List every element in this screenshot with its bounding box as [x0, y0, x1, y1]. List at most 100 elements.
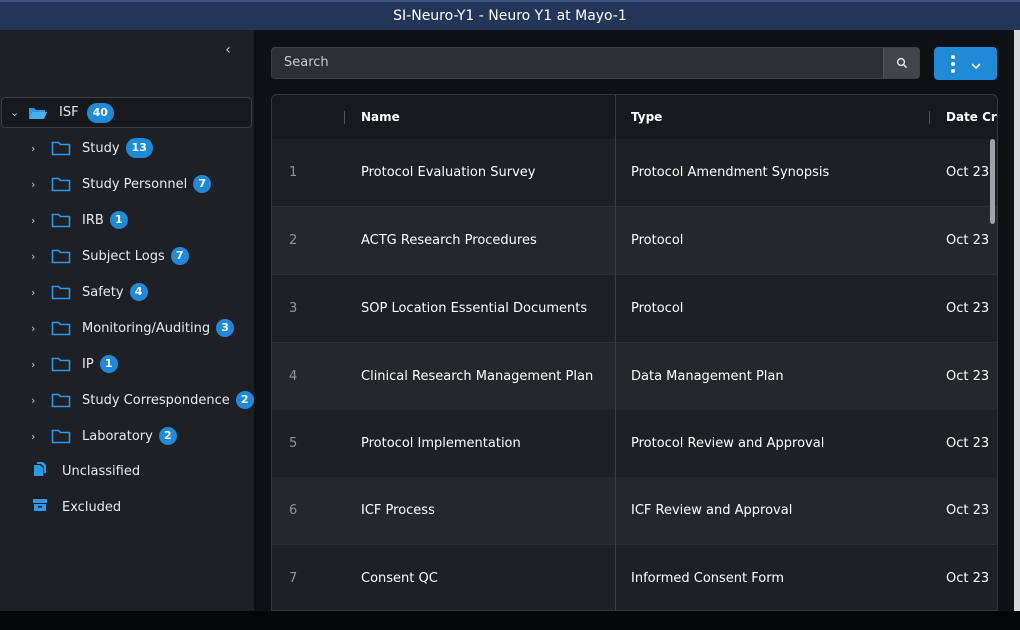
tree-item-study[interactable]: › Study 13 — [0, 134, 254, 162]
column-divider[interactable] — [615, 95, 616, 610]
tree-item-excluded[interactable]: Excluded — [0, 493, 254, 521]
chevron-down-icon — [970, 54, 981, 73]
tree-root-isf[interactable]: ⌄ ISF 40 — [1, 97, 252, 128]
column-separator — [929, 111, 930, 124]
tree-item-label: Excluded — [62, 499, 122, 515]
document-type: Informed Consent Form — [631, 571, 785, 586]
column-separator — [344, 111, 345, 124]
tree-item-label: Monitoring/Auditing — [82, 320, 211, 336]
chevron-right-icon[interactable]: › — [31, 286, 41, 299]
sidebar: ‹ ⌄ ISF 40 › Study 13 › Study Personnel … — [0, 30, 254, 611]
folder-icon — [51, 285, 71, 300]
tree-item-label: Unclassified — [62, 463, 141, 479]
tree-item-label: Laboratory — [82, 428, 153, 444]
document-type: Protocol — [631, 233, 684, 248]
row-number: 5 — [289, 436, 298, 451]
row-number: 1 — [289, 165, 298, 180]
row-number: 3 — [289, 301, 298, 316]
tree-item-safety[interactable]: › Safety 4 — [0, 278, 254, 306]
window-edge — [1014, 30, 1020, 611]
document-type: ICF Review and Approval — [631, 503, 793, 518]
folder-icon — [51, 357, 71, 372]
row-number: 2 — [289, 233, 298, 248]
document-name[interactable]: Clinical Research Management Plan — [361, 343, 593, 410]
folder-icon — [51, 429, 71, 444]
document-date: Oct 23 — [946, 233, 990, 248]
tree-item-label: IRB — [82, 212, 104, 228]
tree-item-label: Study Correspondence — [82, 392, 230, 408]
tree-item-label: Safety — [82, 284, 124, 300]
row-number: 6 — [289, 503, 298, 518]
tree-item-monitoring-auditing[interactable]: › Monitoring/Auditing 3 — [0, 314, 254, 342]
chevron-right-icon[interactable]: › — [31, 358, 41, 371]
document-name[interactable]: ACTG Research Procedures — [361, 207, 537, 274]
count-badge: 4 — [129, 283, 148, 301]
document-name[interactable]: SOP Location Essential Documents — [361, 275, 587, 342]
document-name[interactable]: Protocol Implementation — [361, 410, 521, 477]
search-icon[interactable] — [883, 48, 919, 78]
table-row[interactable]: 3 SOP Location Essential Documents Proto… — [272, 275, 997, 343]
archive-box-icon — [32, 497, 48, 517]
count-badge: 1 — [109, 211, 128, 229]
tree-item-laboratory[interactable]: › Laboratory 2 — [0, 422, 254, 450]
kebab-menu-icon — [950, 54, 955, 73]
column-header-date[interactable]: Date Cre — [946, 95, 997, 139]
document-date: Oct 23 — [946, 503, 990, 518]
chevron-right-icon[interactable]: › — [31, 322, 41, 335]
tree-item-ip[interactable]: › IP 1 — [0, 350, 254, 378]
chevron-right-icon[interactable]: › — [31, 430, 41, 443]
tree-item-label: IP — [82, 356, 94, 372]
folder-icon — [51, 393, 71, 408]
chevron-right-icon[interactable]: › — [31, 214, 41, 227]
document-name[interactable]: Consent QC — [361, 545, 438, 610]
vertical-scrollbar[interactable] — [990, 139, 995, 224]
tree-item-irb[interactable]: › IRB 1 — [0, 206, 254, 234]
tree-item-study-personnel[interactable]: › Study Personnel 7 — [0, 170, 254, 198]
row-number: 7 — [289, 571, 298, 586]
tree-item-subject-logs[interactable]: › Subject Logs 7 — [0, 242, 254, 270]
actions-menu-button[interactable] — [934, 47, 997, 80]
chevron-right-icon[interactable]: › — [31, 142, 41, 155]
document-date: Oct 23 — [946, 301, 990, 316]
search-bar[interactable]: Search — [271, 47, 920, 79]
row-number: 4 — [289, 369, 298, 384]
count-badge: 1 — [99, 355, 118, 373]
chevron-down-icon[interactable]: ⌄ — [10, 106, 20, 119]
document-type: Protocol Amendment Synopsis — [631, 165, 830, 180]
column-header-name[interactable]: Name — [361, 95, 400, 139]
table-header: Name Type Date Cre — [272, 95, 997, 140]
document-name[interactable]: Protocol Evaluation Survey — [361, 139, 535, 206]
document-type: Protocol Review and Approval — [631, 436, 825, 451]
chevron-right-icon[interactable]: › — [31, 178, 41, 191]
table-row[interactable]: 4 Clinical Research Management Plan Data… — [272, 343, 997, 411]
document-type: Protocol — [631, 301, 684, 316]
column-header-type[interactable]: Type — [631, 95, 662, 139]
document-date: Oct 23 — [946, 436, 990, 451]
count-badge: 13 — [125, 138, 153, 158]
chevron-right-icon[interactable]: › — [31, 394, 41, 407]
tree-item-label: Subject Logs — [82, 248, 165, 264]
table-row[interactable]: 7 Consent QC Informed Consent Form Oct 2… — [272, 545, 997, 610]
document-date: Oct 23 — [946, 369, 990, 384]
folder-icon — [51, 177, 71, 192]
document-name[interactable]: ICF Process — [361, 477, 435, 544]
window-title: SI-Neuro-Y1 - Neuro Y1 at Mayo-1 — [393, 8, 627, 24]
file-stack-icon — [32, 461, 48, 481]
search-input[interactable]: Search — [284, 48, 329, 78]
tree-item-unclassified[interactable]: Unclassified — [0, 457, 254, 485]
table-row[interactable]: 2 ACTG Research Procedures Protocol Oct … — [272, 207, 997, 275]
count-badge: 3 — [216, 319, 235, 337]
document-type: Data Management Plan — [631, 369, 784, 384]
tree-item-study-correspondence[interactable]: › Study Correspondence 2 — [0, 386, 254, 414]
count-badge: 7 — [170, 247, 189, 265]
table-row[interactable]: 1 Protocol Evaluation Survey Protocol Am… — [272, 139, 997, 207]
document-date: Oct 23 — [946, 571, 990, 586]
folder-icon — [51, 249, 71, 264]
chevron-left-icon[interactable]: ‹ — [220, 42, 236, 58]
table-row[interactable]: 6 ICF Process ICF Review and Approval Oc… — [272, 477, 997, 545]
folder-icon — [51, 141, 71, 156]
table-row[interactable]: 5 Protocol Implementation Protocol Revie… — [272, 410, 997, 478]
count-badge: 40 — [86, 102, 114, 123]
chevron-right-icon[interactable]: › — [31, 250, 41, 263]
documents-table: Name Type Date Cre 1 Protocol Evaluation… — [271, 94, 998, 611]
